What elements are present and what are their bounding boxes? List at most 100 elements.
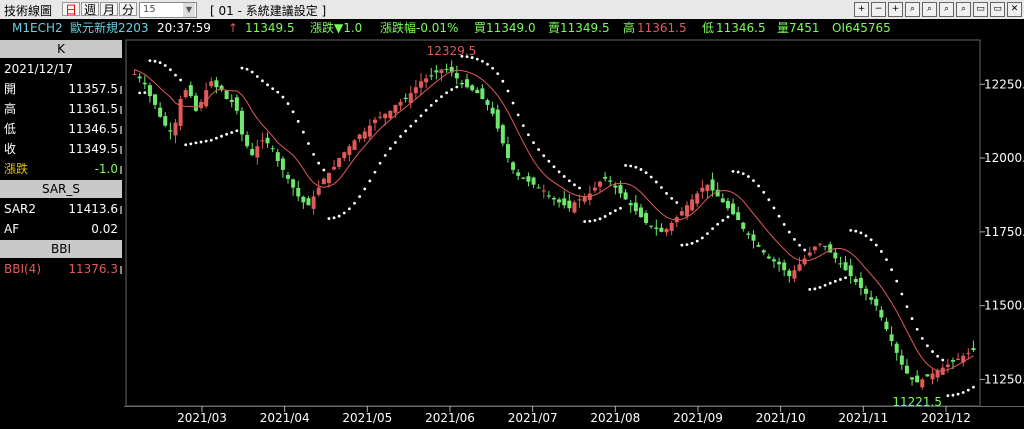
sar-dot xyxy=(240,66,244,70)
low-row-label: 低 xyxy=(4,122,17,136)
sar-dot xyxy=(475,57,479,61)
maximize-icon[interactable]: ▭ xyxy=(990,2,1005,17)
change-label: 漲跌 xyxy=(4,162,29,176)
candle-body xyxy=(864,288,869,294)
bbi-header[interactable]: BBI xyxy=(0,240,122,258)
candle-body xyxy=(332,166,337,170)
sar-dot xyxy=(245,67,249,71)
x-tick-label: 2021/06 xyxy=(425,411,475,425)
sar-dot xyxy=(706,232,709,236)
sar-dot xyxy=(424,108,428,112)
candle-body xyxy=(193,95,198,111)
candle-body xyxy=(260,140,265,142)
candle-body xyxy=(915,375,920,383)
sar-dot xyxy=(542,154,546,158)
sar-dot xyxy=(399,135,402,138)
candle-body xyxy=(956,358,961,361)
candle-body xyxy=(413,87,418,94)
low-price: 11346.5 xyxy=(716,21,766,35)
candle-body xyxy=(383,113,388,119)
sar-dot xyxy=(593,218,597,222)
candle-body xyxy=(812,246,817,251)
candle-body xyxy=(613,185,618,188)
candle-body xyxy=(270,148,275,150)
sar-dot xyxy=(915,327,919,331)
sar-dot xyxy=(619,206,622,210)
candle-body xyxy=(853,278,858,283)
zoom-icon[interactable]: ⌕ xyxy=(905,2,920,17)
sar-dot xyxy=(368,179,372,183)
sar-dot xyxy=(793,237,796,241)
sar-dot xyxy=(450,88,454,91)
candle-body xyxy=(393,104,398,113)
open-value: 11357.5 xyxy=(68,82,118,96)
candle-body xyxy=(291,179,296,188)
candle-body xyxy=(357,134,362,140)
sar-dot xyxy=(767,198,771,202)
candle-body xyxy=(725,200,730,209)
sar-dot xyxy=(209,138,213,142)
zoom-out-icon[interactable]: ⌕ xyxy=(939,2,954,17)
sar-dot xyxy=(204,139,208,143)
sar-dot xyxy=(839,278,842,281)
candle-body xyxy=(572,202,577,213)
x-tick-label: 2021/04 xyxy=(260,411,310,425)
candle-body xyxy=(521,177,526,179)
sar-dot xyxy=(752,179,755,183)
candle-body xyxy=(255,146,260,158)
price-chart[interactable]: 11250. 11500. 11750. 12000. 12250. 2021/03 202… xyxy=(124,38,1024,426)
candle-body xyxy=(280,158,285,170)
minus-icon[interactable]: − xyxy=(871,2,886,17)
candle-body xyxy=(833,252,838,259)
zoom-reset-icon[interactable]: ⌕ xyxy=(956,2,971,17)
plus-icon[interactable]: + xyxy=(888,2,903,17)
sar-dot xyxy=(879,250,883,253)
sar-dot xyxy=(895,279,899,283)
minute-interval-select[interactable]: 15 ▼ xyxy=(139,2,197,18)
candle-body xyxy=(894,343,899,353)
sar-dot xyxy=(552,165,556,169)
sar-dot xyxy=(271,87,275,91)
sar-dot xyxy=(823,283,827,287)
sar-dot xyxy=(844,276,847,280)
period-minute-button[interactable]: 分 xyxy=(119,2,138,17)
sar-dot xyxy=(179,78,182,82)
bbi-line xyxy=(134,69,974,372)
close-icon[interactable]: ✕ xyxy=(1007,2,1022,17)
candle-body xyxy=(761,250,766,253)
sar-header[interactable]: SAR_S xyxy=(0,180,122,198)
candle-body xyxy=(843,262,848,271)
sar-dot xyxy=(378,161,382,165)
candle-body xyxy=(567,200,572,209)
period-day-button[interactable]: 日 xyxy=(62,2,81,17)
chevron-down-icon[interactable]: ▼ xyxy=(183,3,195,17)
candle-body xyxy=(286,174,291,179)
toolbar-buttons: + − + ⌕ ⌕ ⌕ ⌕ ▭ ▭ ✕ xyxy=(852,2,1022,17)
k-header[interactable]: K xyxy=(0,40,122,58)
sar-dot xyxy=(174,73,177,77)
sar-dot xyxy=(235,129,239,133)
sar-dot xyxy=(168,68,172,72)
chart-canvas[interactable]: 11250. 11500. 11750. 12000. 12250. 2021/03 202… xyxy=(124,38,1024,426)
candle-body xyxy=(362,131,367,139)
sar-dot xyxy=(194,141,198,145)
sar-dot xyxy=(363,187,367,191)
zoom-in-icon[interactable]: ⌕ xyxy=(922,2,937,17)
volume: 量7451 xyxy=(777,21,820,35)
candle-body xyxy=(546,195,551,197)
candle-body xyxy=(736,212,741,221)
minimize-icon[interactable]: ▭ xyxy=(973,2,988,17)
sar-dot xyxy=(956,392,960,396)
candle-body xyxy=(475,89,480,94)
sar-dot xyxy=(808,288,812,291)
add-icon[interactable]: + xyxy=(854,2,869,17)
period-week-button[interactable]: 週 xyxy=(81,2,100,17)
sar-dot xyxy=(521,124,525,127)
candle-body xyxy=(500,125,505,144)
sar-dot xyxy=(276,90,280,94)
x-tick-label: 2021/09 xyxy=(673,411,723,425)
candle-body xyxy=(603,176,608,179)
period-month-button[interactable]: 月 xyxy=(100,2,119,17)
sar2-row: SAR2 11413.6 xyxy=(0,200,122,218)
up-arrow-icon: ↑ xyxy=(228,21,239,35)
